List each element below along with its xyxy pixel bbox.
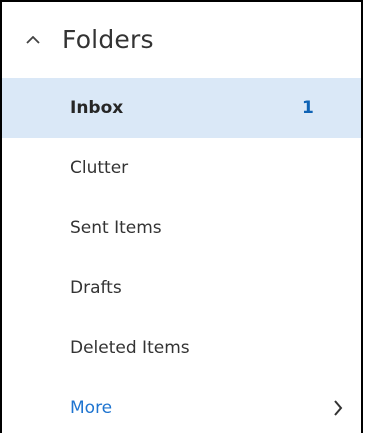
folder-item-inbox[interactable]: Inbox 1 (2, 78, 361, 138)
folder-item-drafts[interactable]: Drafts (2, 258, 361, 318)
folder-item-clutter[interactable]: Clutter (2, 138, 361, 198)
folder-label: Clutter (70, 158, 129, 178)
chevron-up-icon[interactable] (26, 36, 40, 44)
folder-label: Inbox (70, 98, 124, 118)
folders-pane: Folders Inbox 1 Clutter Sent Items Draft… (0, 0, 363, 433)
folder-label: Deleted Items (70, 338, 190, 358)
folders-header[interactable]: Folders (2, 2, 361, 78)
folders-title: Folders (62, 25, 154, 54)
folder-item-sent-items[interactable]: Sent Items (2, 198, 361, 258)
more-label: More (70, 398, 113, 418)
unread-count-badge: 1 (302, 98, 314, 118)
chevron-right-icon[interactable] (333, 400, 343, 416)
folder-label: Drafts (70, 278, 122, 298)
more-folders-link[interactable]: More (2, 378, 361, 438)
folder-label: Sent Items (70, 218, 162, 238)
folder-item-deleted-items[interactable]: Deleted Items (2, 318, 361, 378)
